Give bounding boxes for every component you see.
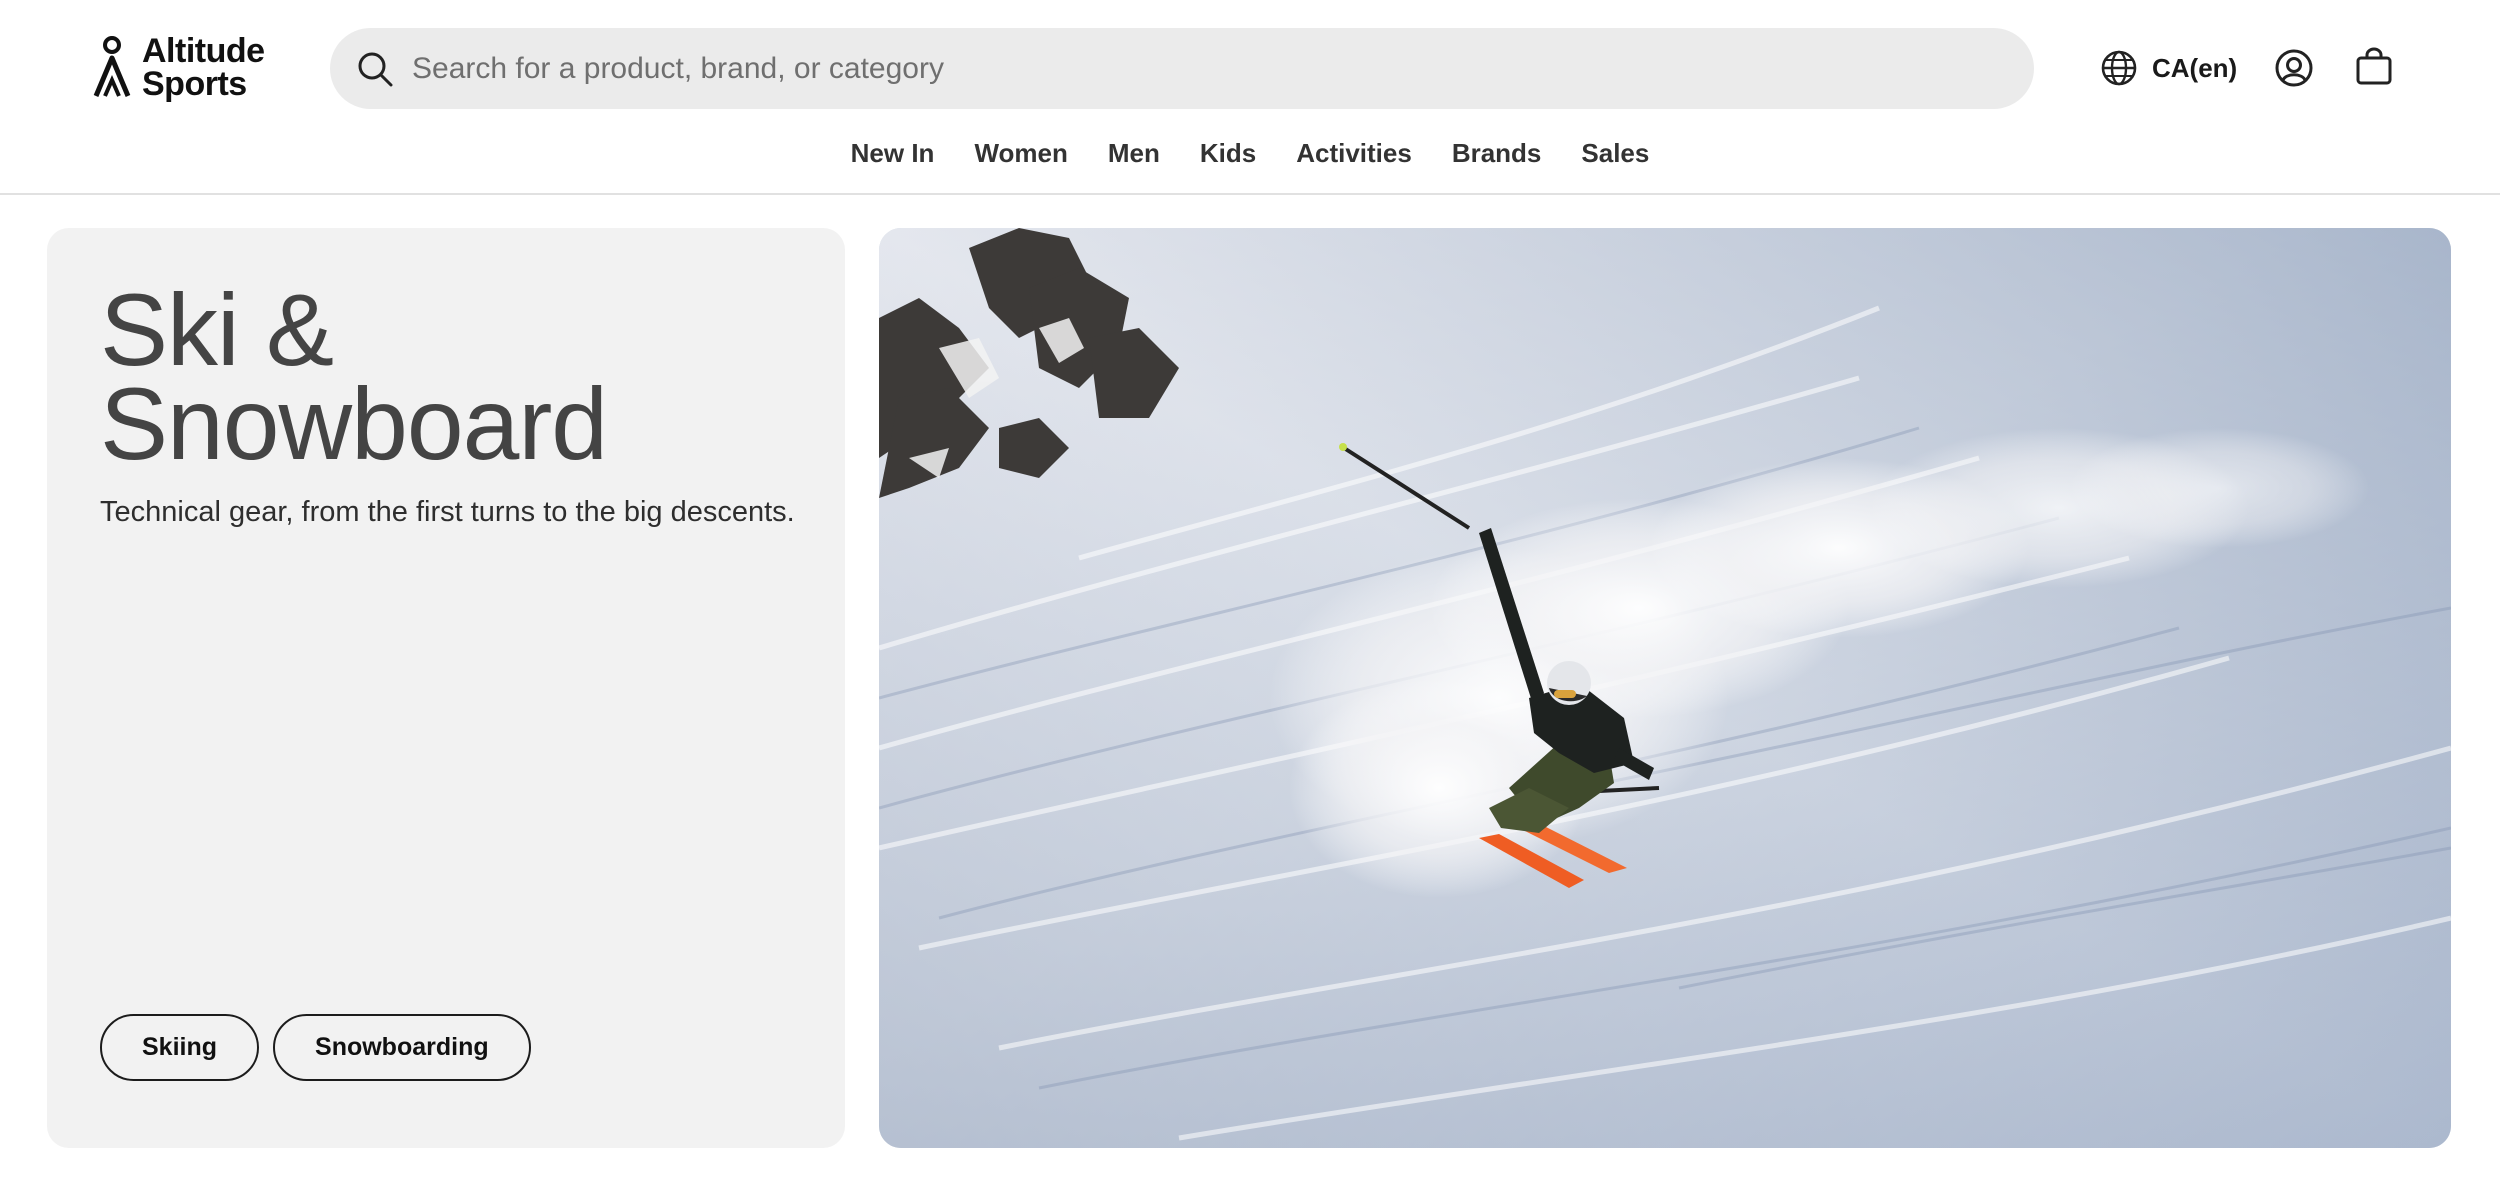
search-icon[interactable] xyxy=(356,50,394,88)
main-navigation: New In Women Men Kids Activities Brands … xyxy=(0,133,2500,173)
nav-item-brands[interactable]: Brands xyxy=(1452,133,1542,173)
hero-title-line-2: Snowboard xyxy=(100,367,608,481)
skiing-button[interactable]: Skiing xyxy=(100,1014,260,1081)
nav-item-kids[interactable]: Kids xyxy=(1200,133,1256,173)
shopping-bag-icon[interactable] xyxy=(2354,47,2394,87)
nav-item-men[interactable]: Men xyxy=(1108,133,1160,173)
nav-item-women[interactable]: Women xyxy=(974,133,1067,173)
search-bar[interactable] xyxy=(330,28,2034,109)
globe-icon xyxy=(2101,50,2137,86)
hero-skier-image xyxy=(879,228,2451,1148)
hero-title-line-1: Ski & xyxy=(100,273,334,387)
nav-item-activities[interactable]: Activities xyxy=(1296,133,1412,173)
locale-label: CA(en) xyxy=(2152,52,2238,83)
search-input[interactable] xyxy=(412,43,1972,94)
logo-line-1: Altitude xyxy=(142,32,265,70)
account-icon[interactable] xyxy=(2274,48,2314,88)
logo-wordmark: Altitude Sports xyxy=(142,32,265,103)
altitude-sports-logo[interactable]: Altitude Sports xyxy=(92,32,282,104)
altitude-logo-icon xyxy=(93,36,131,97)
nav-item-new-in[interactable]: New In xyxy=(851,133,935,173)
category-buttons: Skiing Snowboarding xyxy=(100,1014,531,1081)
logo-line-2: Sports xyxy=(142,65,247,103)
locale-selector[interactable]: CA(en) xyxy=(2100,46,2237,90)
hero-title: Ski & Snowboard xyxy=(100,273,608,481)
nav-item-sales[interactable]: Sales xyxy=(1581,133,1649,173)
snowboarding-button[interactable]: Snowboarding xyxy=(273,1014,531,1081)
skier-illustration xyxy=(879,228,2451,1148)
site-header: Altitude Sports CA(en) New In Women Men … xyxy=(0,0,2500,195)
hero-subtitle: Technical gear, from the first turns to … xyxy=(100,496,795,528)
hero-text-panel: Ski & Snowboard Technical gear, from the… xyxy=(47,228,845,1148)
